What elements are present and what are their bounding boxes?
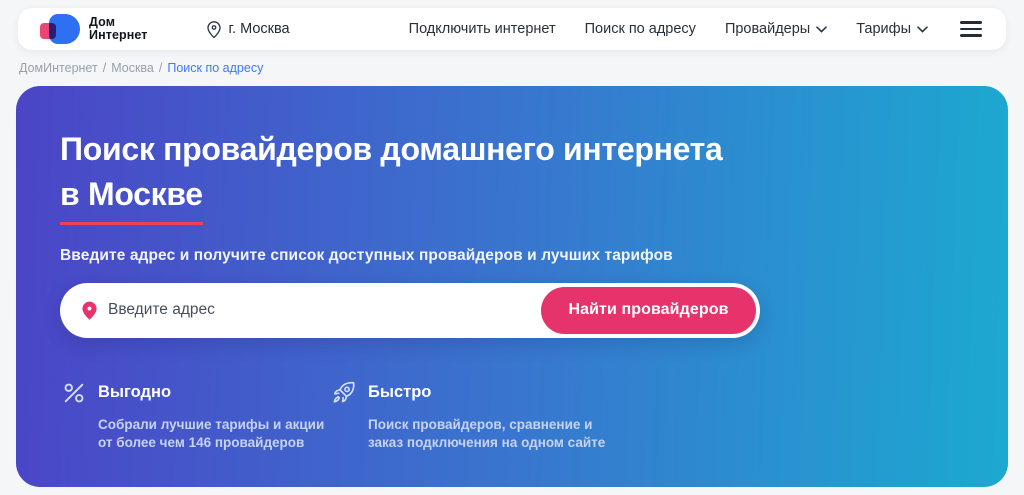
page-title-line2-underlined: в Москве bbox=[60, 172, 203, 225]
breadcrumb-separator: / bbox=[158, 61, 163, 75]
chevron-down-icon bbox=[917, 25, 928, 33]
hero-subtitle: Введите адрес и получите список доступны… bbox=[60, 246, 673, 264]
nav-link-tariffs[interactable]: Тарифы bbox=[856, 21, 928, 37]
page-title-line1: Поиск провайдеров домашнего интернета bbox=[60, 131, 723, 167]
breadcrumb: ДомИнтернет / Москва / Поиск по адресу bbox=[19, 61, 263, 75]
feature-description-line2: заказ подключения на одном сайте bbox=[368, 434, 606, 450]
nav-link-providers[interactable]: Провайдеры bbox=[724, 21, 828, 37]
logo-icon bbox=[40, 14, 80, 44]
breadcrumb-current-page[interactable]: Поиск по адресу bbox=[167, 61, 263, 75]
page-title: Поиск провайдеров домашнего интернета в … bbox=[60, 127, 964, 225]
percent-icon bbox=[64, 383, 84, 403]
hamburger-menu-icon[interactable] bbox=[960, 19, 984, 39]
nav-link-label: Тарифы bbox=[856, 21, 911, 37]
hero-banner: Поиск провайдеров домашнего интернета в … bbox=[16, 86, 1008, 487]
feature-description-line2: от более чем 146 провайдеров bbox=[98, 434, 305, 450]
nav-link-label: Подключить интернет bbox=[408, 21, 556, 37]
nav-link-label: Провайдеры bbox=[724, 21, 811, 37]
logo-pink-shape bbox=[40, 23, 56, 39]
find-providers-button[interactable]: Найти провайдеров bbox=[541, 286, 756, 334]
breadcrumb-home[interactable]: ДомИнтернет bbox=[19, 61, 98, 75]
nav-link-address-search[interactable]: Поиск по адресу bbox=[585, 21, 696, 37]
feature-title: Быстро bbox=[368, 383, 432, 402]
city-selector[interactable]: г. Москва bbox=[206, 20, 290, 39]
nav-link-connect-internet[interactable]: Подключить интернет bbox=[409, 21, 556, 37]
address-search-input[interactable] bbox=[108, 301, 530, 320]
chevron-down-icon bbox=[816, 25, 828, 33]
location-pin-outline-icon bbox=[206, 20, 221, 38]
city-label: г. Москва bbox=[228, 21, 290, 37]
hero-features: Выгодно Собрали лучшие тарифы и акции от… bbox=[60, 379, 964, 452]
rocket-icon bbox=[333, 381, 355, 403]
feature-description-line1: Собрали лучшие тарифы и акции bbox=[98, 416, 325, 432]
breadcrumb-separator: / bbox=[102, 61, 107, 75]
top-navbar: Дом Интернет г. Москва Подключить интерн… bbox=[18, 8, 1006, 50]
nav-link-label: Поиск по адресу bbox=[584, 21, 696, 37]
feature-speed: Быстро Поиск провайдеров, сравнение и за… bbox=[330, 379, 605, 452]
logo-text-line1: Дом bbox=[89, 14, 116, 29]
feature-title: Выгодно bbox=[98, 383, 172, 402]
breadcrumb-city[interactable]: Москва bbox=[111, 61, 154, 75]
nav-links: Подключить интернет Поиск по адресу Пров… bbox=[409, 19, 984, 39]
feature-benefit: Выгодно Собрали лучшие тарифы и акции от… bbox=[60, 379, 330, 452]
logo[interactable]: Дом Интернет bbox=[40, 14, 148, 44]
logo-text-line2: Интернет bbox=[89, 28, 148, 42]
location-pin-filled-icon bbox=[82, 301, 97, 320]
address-search-bar: Найти провайдеров bbox=[60, 282, 760, 338]
feature-description-line1: Поиск провайдеров, сравнение и bbox=[368, 416, 593, 432]
logo-text: Дом Интернет bbox=[89, 14, 148, 43]
